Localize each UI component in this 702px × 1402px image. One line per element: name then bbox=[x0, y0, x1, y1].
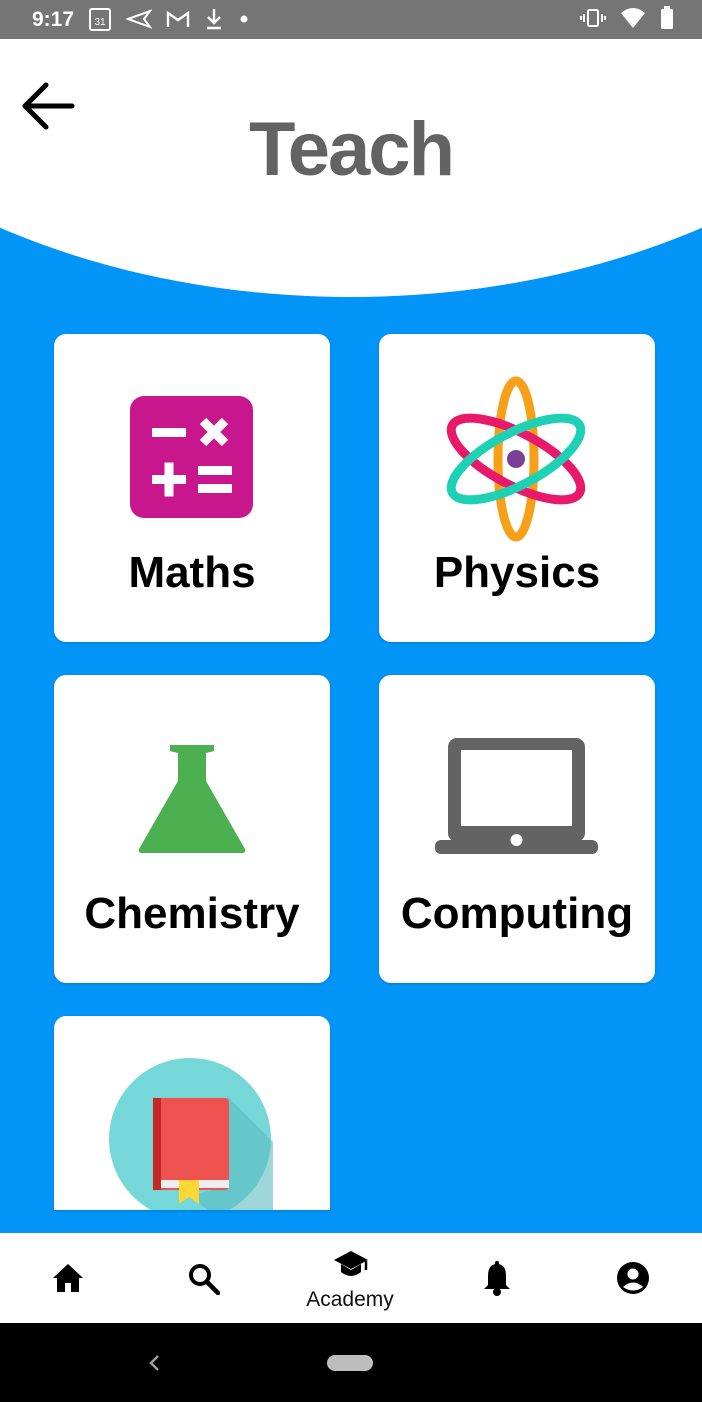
battery-icon bbox=[661, 6, 673, 29]
atom-icon bbox=[446, 376, 586, 542]
subject-card-reading[interactable] bbox=[54, 1016, 330, 1210]
calendar-day: 31 bbox=[94, 17, 106, 28]
nav-academy[interactable]: Academy bbox=[305, 1233, 395, 1323]
book-icon bbox=[109, 1058, 273, 1210]
subject-card-chemistry[interactable]: Chemistry bbox=[54, 675, 330, 983]
send-icon bbox=[126, 9, 152, 29]
subject-label: Chemistry bbox=[84, 889, 300, 938]
nav-home[interactable] bbox=[23, 1233, 113, 1323]
calendar-icon: 31 bbox=[89, 8, 111, 31]
nav-search[interactable] bbox=[158, 1233, 248, 1323]
bottom-navigation: Academy bbox=[0, 1233, 702, 1323]
system-navigation-bar bbox=[0, 1323, 702, 1402]
subject-card-maths[interactable]: Maths bbox=[54, 334, 330, 642]
subject-card-computing[interactable]: Computing bbox=[379, 675, 655, 983]
dot-icon bbox=[240, 15, 248, 23]
vibrate-icon bbox=[580, 9, 606, 27]
status-bar: 9:17 31 bbox=[0, 0, 702, 39]
status-notification-icons: 31 bbox=[88, 6, 250, 32]
gmail-icon bbox=[166, 10, 190, 27]
search-icon bbox=[189, 1264, 220, 1295]
flask-icon bbox=[138, 745, 246, 853]
laptop-icon bbox=[435, 738, 598, 854]
download-icon bbox=[207, 9, 221, 30]
subject-label: Maths bbox=[128, 548, 256, 597]
system-home-pill[interactable] bbox=[327, 1355, 373, 1371]
subject-label: Physics bbox=[433, 548, 601, 597]
wifi-icon bbox=[621, 8, 645, 28]
home-icon bbox=[53, 1264, 83, 1292]
status-time: 9:17 bbox=[32, 8, 75, 31]
subject-label: Computing bbox=[400, 889, 634, 938]
status-system-icons bbox=[580, 6, 674, 30]
account-circle-icon bbox=[617, 1262, 649, 1294]
nav-academy-label: Academy bbox=[306, 1288, 394, 1311]
subject-card-physics[interactable]: Physics bbox=[379, 334, 655, 642]
nav-notifications[interactable] bbox=[452, 1233, 542, 1323]
graduation-cap-icon bbox=[334, 1251, 368, 1276]
calculator-icon bbox=[130, 396, 253, 518]
system-back-icon[interactable] bbox=[146, 1353, 162, 1373]
nav-profile[interactable] bbox=[588, 1233, 678, 1323]
bell-icon bbox=[484, 1261, 510, 1296]
page-title: Teach bbox=[248, 107, 455, 192]
